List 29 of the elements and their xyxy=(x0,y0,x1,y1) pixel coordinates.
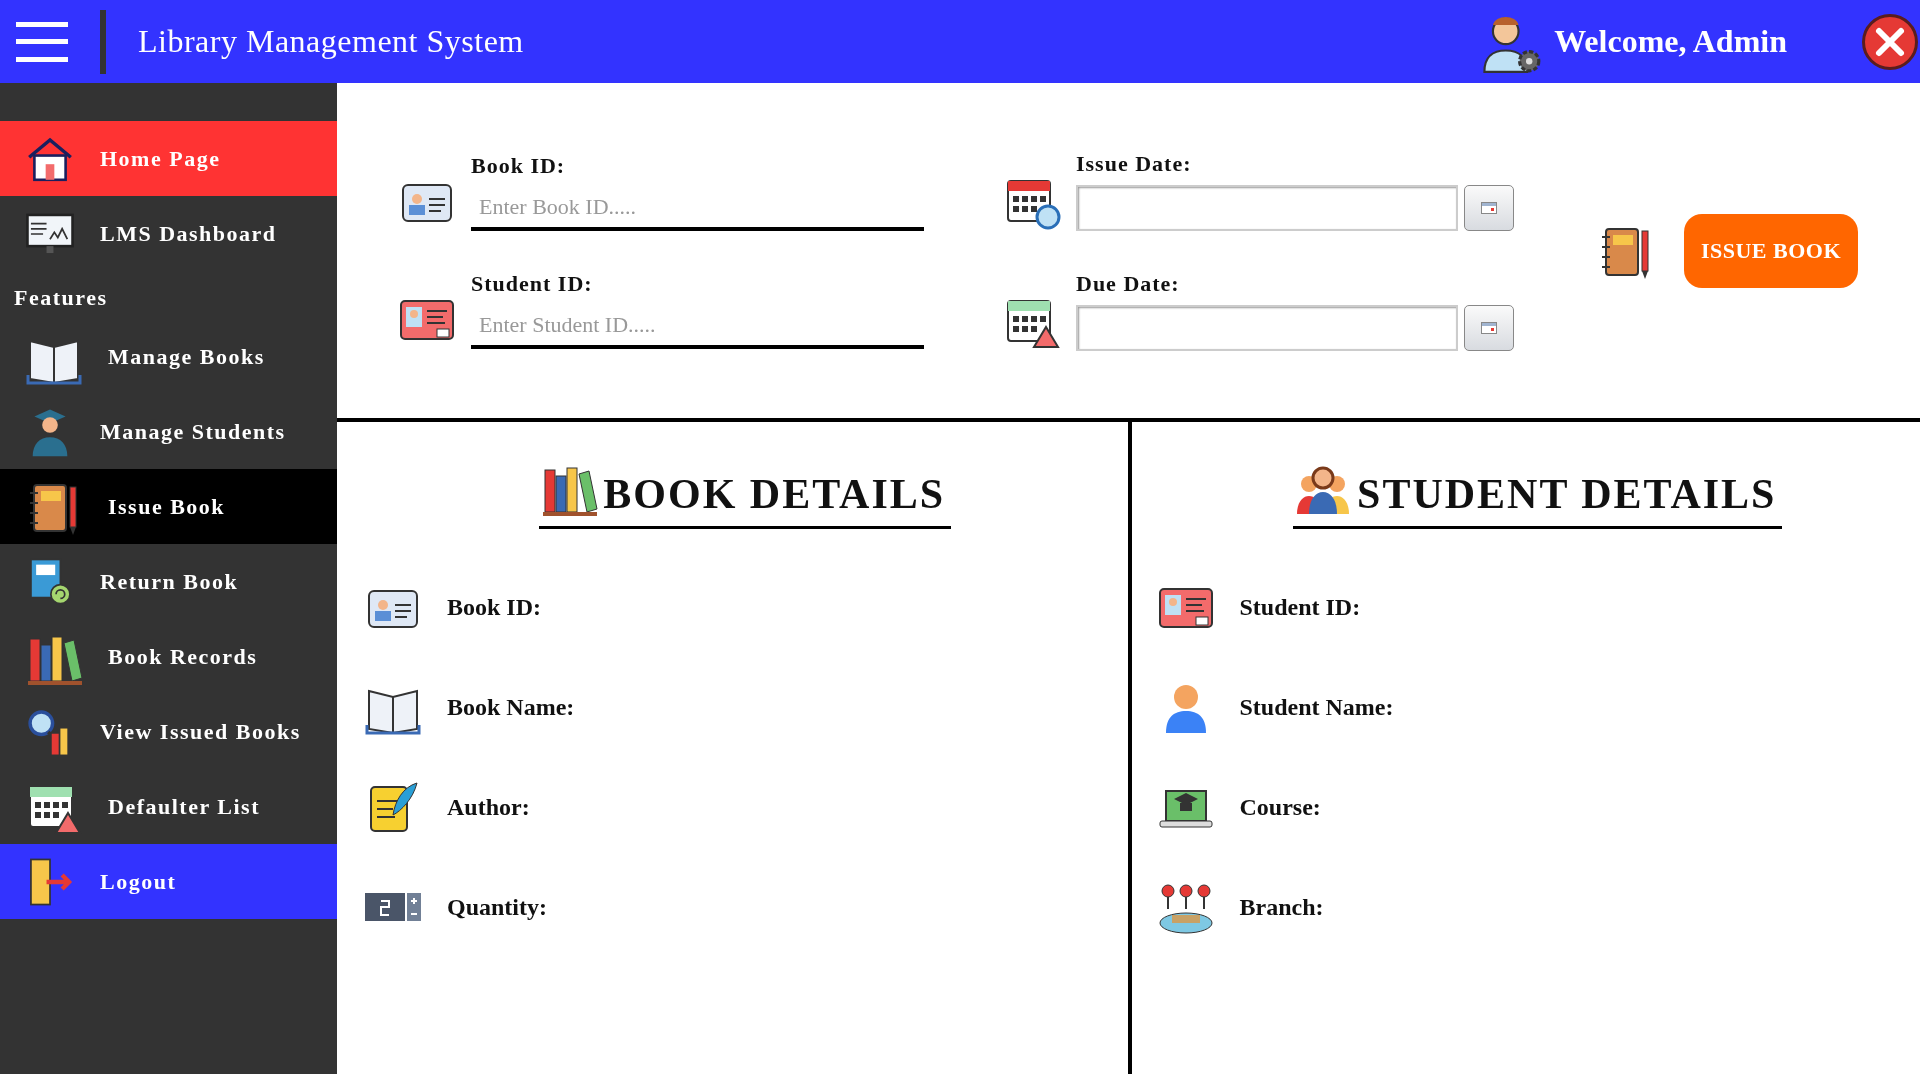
section-heading: STUDENT DETAILS xyxy=(1293,458,1783,529)
app-title: Library Management System xyxy=(138,23,524,60)
menu-button[interactable] xyxy=(16,21,68,62)
detail-label: Book ID: xyxy=(447,593,542,621)
sidebar-item[interactable]: Issue Book xyxy=(0,469,337,544)
detail-label: Student Name: xyxy=(1239,693,1394,721)
detail-label: Author: xyxy=(447,793,530,821)
close-button[interactable] xyxy=(1862,13,1918,70)
quantity-counter-icon xyxy=(363,893,423,921)
date-field[interactable] xyxy=(1076,184,1458,231)
welcome-text: Welcome, Admin xyxy=(1554,23,1787,60)
calendar-icon xyxy=(1481,321,1497,334)
detail-label: Course: xyxy=(1239,793,1321,821)
field-label: Student ID: xyxy=(471,270,594,297)
field-label: Issue Date: xyxy=(1076,150,1193,177)
section-heading: BOOK DETAILS xyxy=(539,458,952,529)
detail-label: Branch: xyxy=(1239,893,1324,921)
calendar-icon xyxy=(1481,201,1497,214)
sidebar-section-label: Features xyxy=(13,284,109,312)
date-picker-button[interactable] xyxy=(1464,304,1514,351)
detail-label: Book Name: xyxy=(447,693,575,721)
date-field[interactable] xyxy=(1076,304,1458,351)
date-picker-button[interactable] xyxy=(1464,184,1514,231)
field-label: Due Date: xyxy=(1076,270,1181,297)
detail-label: Quantity: xyxy=(447,893,547,921)
sidebar-item[interactable]: Logout xyxy=(0,844,337,919)
detail-label: Student ID: xyxy=(1239,593,1361,621)
sidebar-item[interactable]: Home Page xyxy=(0,121,337,196)
field-label: Book ID: xyxy=(471,152,567,179)
